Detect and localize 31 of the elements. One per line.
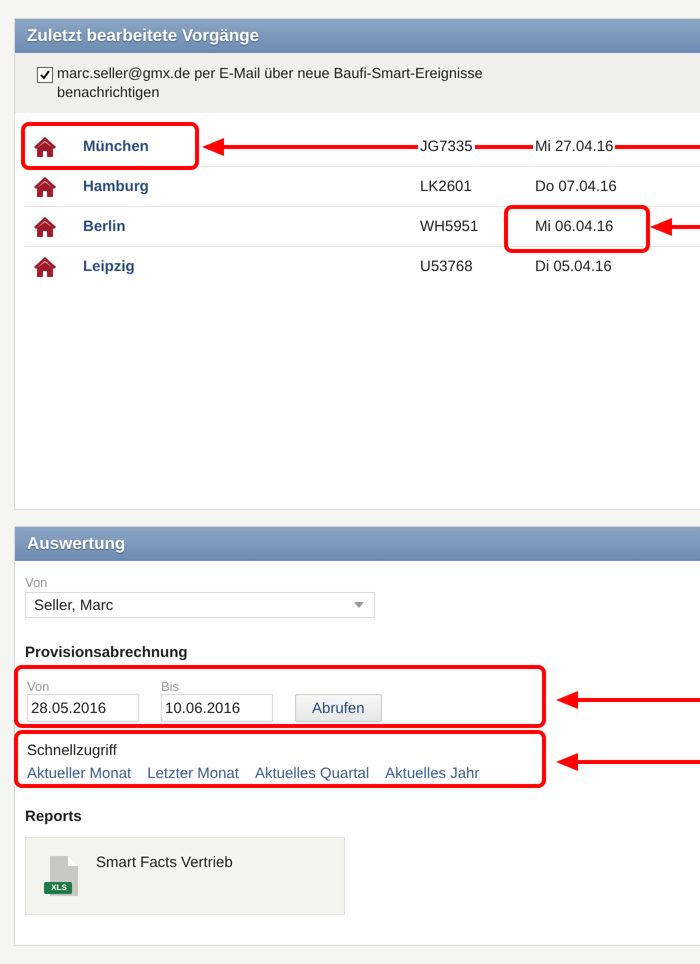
- panel-title: Auswertung: [27, 534, 126, 554]
- checkbox[interactable]: [37, 67, 53, 83]
- dropdown-arrow-icon: [354, 602, 364, 608]
- case-link[interactable]: Berlin: [83, 218, 126, 235]
- report-card[interactable]: XLS Smart Facts Vertrieb: [25, 837, 345, 915]
- case-link[interactable]: Hamburg: [83, 178, 149, 195]
- date-field[interactable]: 10.06.2016: [161, 694, 273, 722]
- house-icon: [33, 256, 57, 278]
- house-icon: [33, 176, 57, 198]
- section-heading: Reports: [25, 808, 83, 825]
- house-icon: [33, 136, 57, 158]
- checkbox-label: marc.seller@gmx.de per E-Mail über neue Baufi-Smart-Ereignisse benachrichtigen: [57, 65, 484, 103]
- case-link[interactable]: Leipzig: [83, 258, 135, 275]
- report-name: Smart Facts Vertrieb: [96, 854, 233, 871]
- field-label: Von: [25, 575, 48, 590]
- quick-access-link[interactable]: Letzter Monat: [147, 765, 239, 782]
- file-type-label: XLS: [50, 882, 68, 894]
- quick-access-link[interactable]: Aktuelles Jahr: [385, 765, 480, 782]
- fetch-button[interactable]: Abrufen: [295, 694, 382, 722]
- person-dropdown[interactable]: Seller, Marc: [25, 592, 375, 618]
- house-icon: [33, 216, 57, 238]
- date-field[interactable]: 28.05.2016: [27, 694, 139, 722]
- spreadsheet-file-icon: [44, 854, 80, 898]
- case-link[interactable]: München: [83, 138, 149, 155]
- field-label: Bis: [161, 679, 180, 694]
- field-label: Von: [27, 679, 50, 694]
- panel-title: Zuletzt bearbeitete Vorgänge: [27, 26, 260, 46]
- section-label: Schnellzugriff: [27, 742, 118, 759]
- quick-access-link[interactable]: Aktueller Monat: [27, 765, 132, 782]
- section-heading: Provisionsabrechnung: [25, 644, 189, 661]
- quick-access-link[interactable]: Aktuelles Quartal: [254, 765, 370, 782]
